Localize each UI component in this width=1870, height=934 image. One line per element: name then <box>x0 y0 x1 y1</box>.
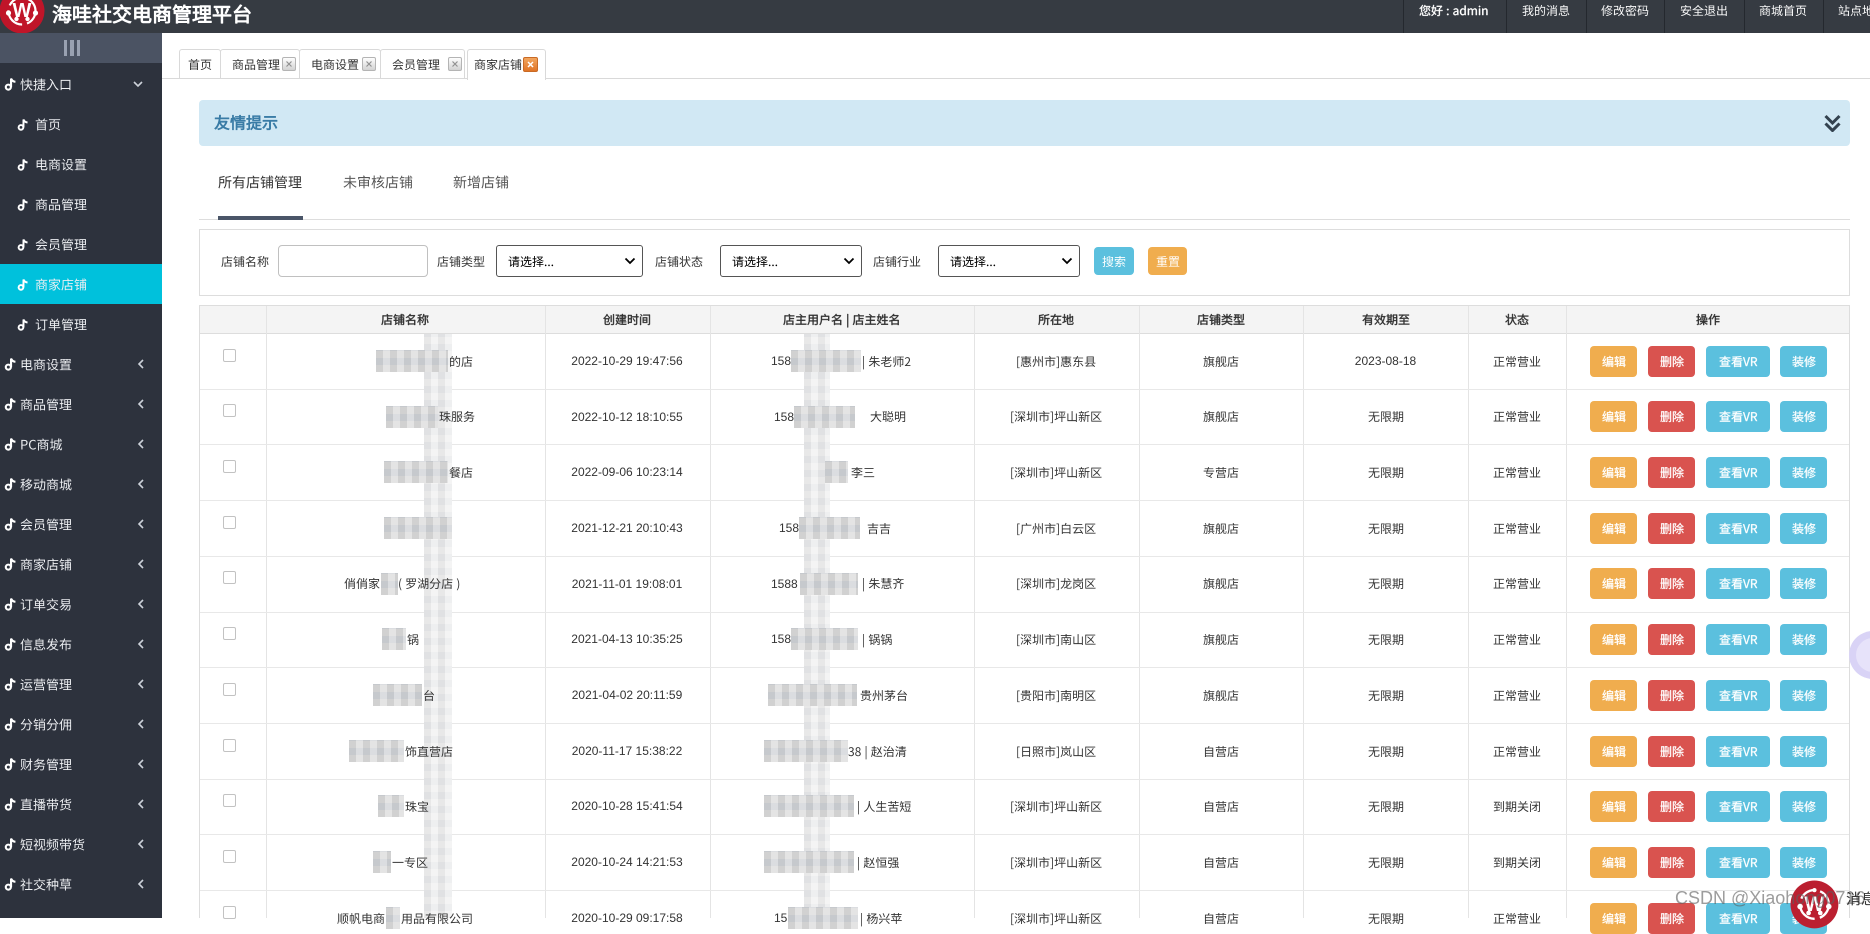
svg-text:W: W <box>13 0 32 22</box>
